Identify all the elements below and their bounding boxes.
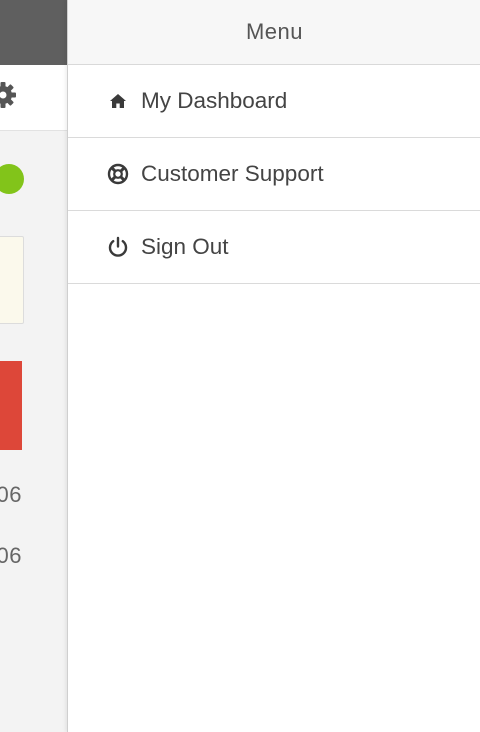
power-icon [106, 235, 130, 259]
background-value: 06 [0, 543, 22, 568]
menu-item-label: My Dashboard [141, 88, 288, 113]
background-app: 06 06 [0, 0, 68, 732]
menu-item-label: Customer Support [141, 161, 324, 186]
menu-item-customer-support[interactable]: Customer Support [68, 138, 480, 211]
home-icon [106, 89, 130, 113]
lifebuoy-icon [106, 162, 130, 186]
menu-title: Menu [245, 19, 304, 44]
menu-header: Menu [68, 0, 480, 65]
menu-item-my-dashboard[interactable]: My Dashboard [68, 65, 480, 138]
menu-item-sign-out[interactable]: Sign Out [68, 211, 480, 284]
menu-item-label: Sign Out [141, 234, 229, 259]
app-screen: 06 06 Menu My Dashboard Customer Support… [0, 0, 480, 732]
side-menu: Menu My Dashboard Customer Support Sign … [67, 0, 480, 732]
background-value: 06 [0, 482, 22, 507]
